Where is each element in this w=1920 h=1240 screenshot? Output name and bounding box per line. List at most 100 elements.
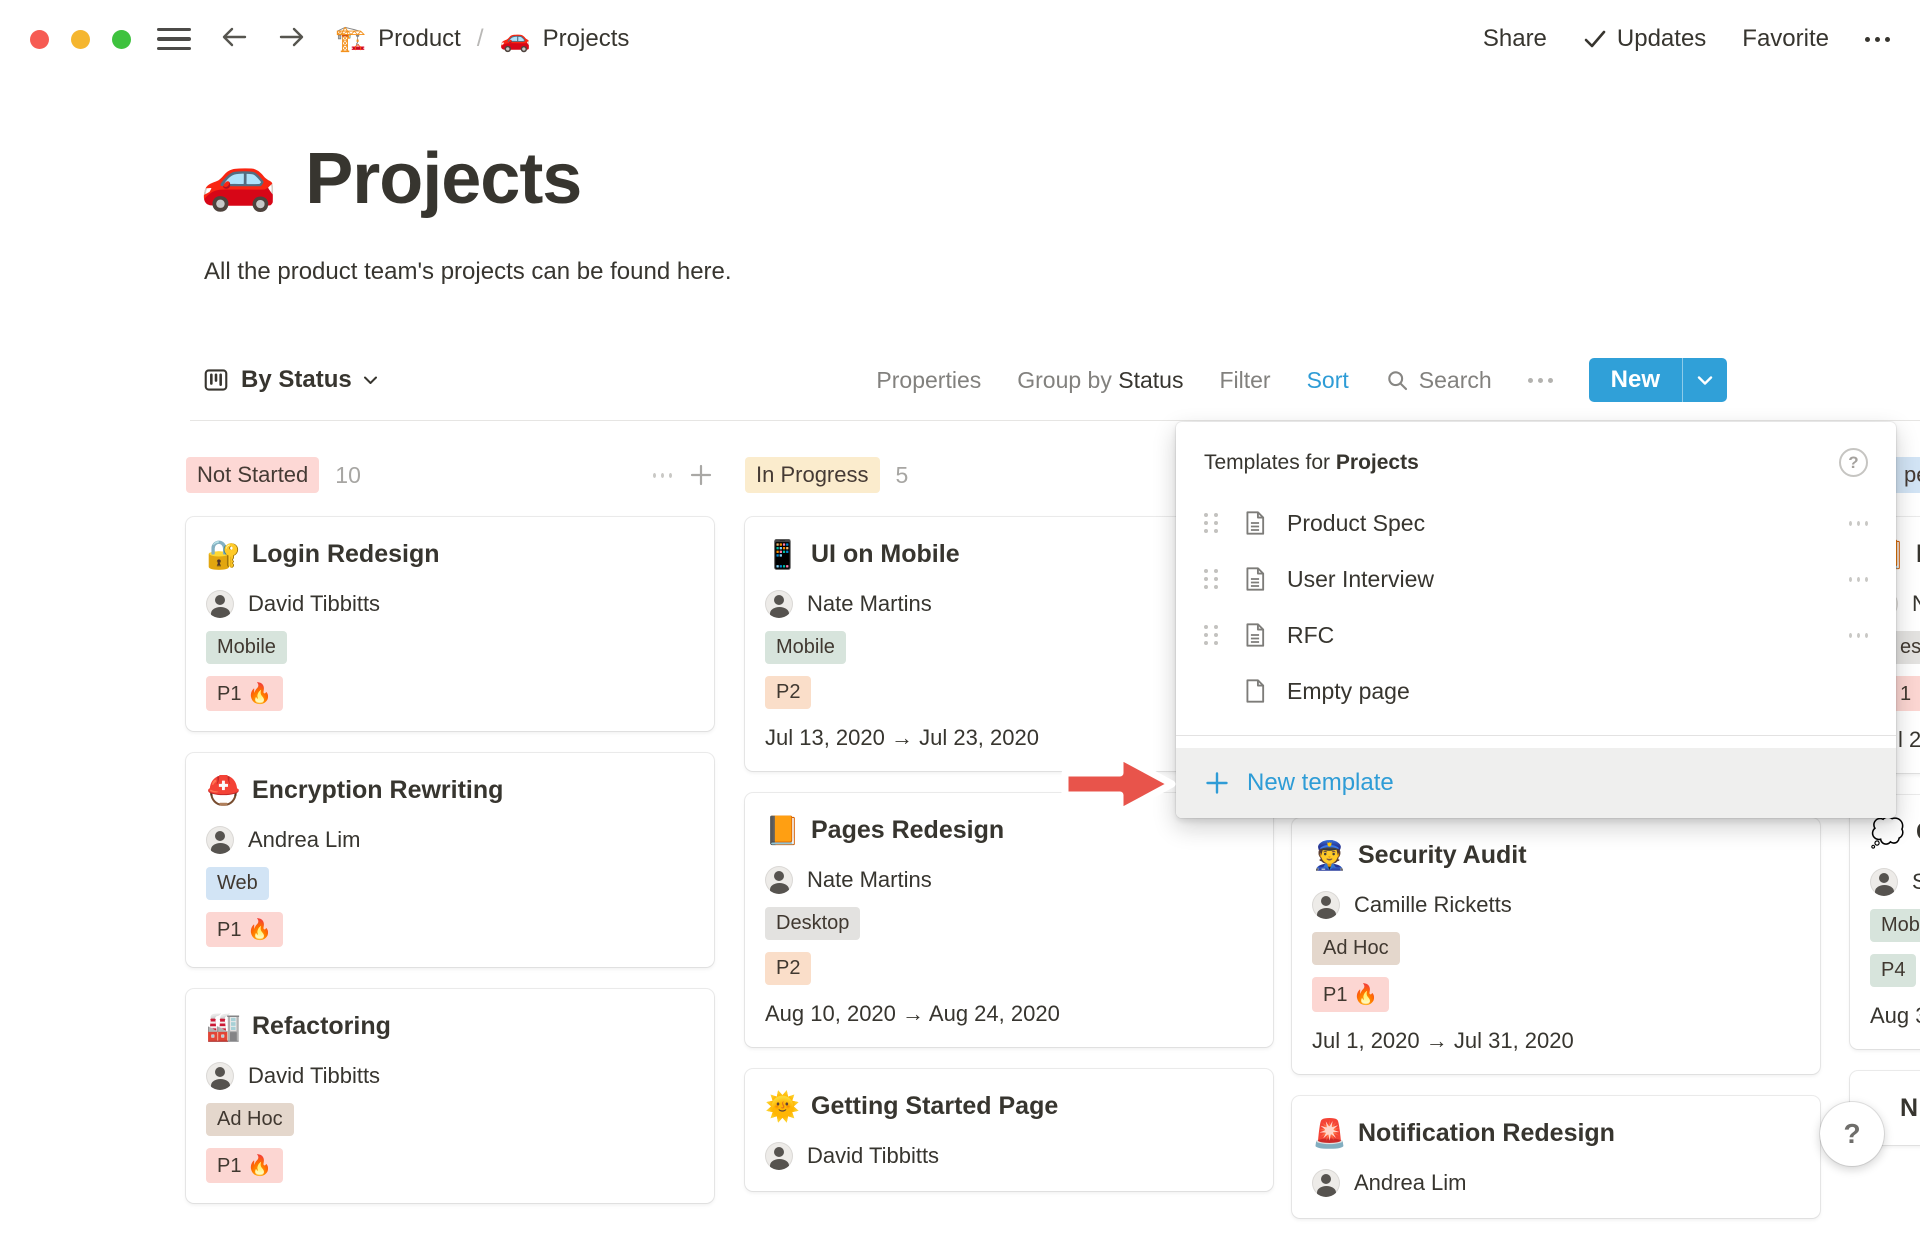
drag-handle-icon[interactable] [1204, 513, 1219, 533]
assignee-name-fragment: S [1912, 869, 1920, 895]
avatar [765, 1142, 793, 1170]
avatar [1312, 1169, 1340, 1197]
column-more-icon[interactable] [653, 466, 672, 485]
card-title: Encryption Rewriting [252, 776, 503, 805]
template-item-product-spec[interactable]: Product Spec [1176, 495, 1896, 551]
status-badge-not-started[interactable]: Not Started [186, 457, 319, 493]
drag-handle-icon[interactable] [1204, 625, 1219, 645]
card-title: UI on Mobile [811, 540, 960, 569]
share-button[interactable]: Share [1483, 25, 1547, 53]
help-button[interactable]: ? [1820, 1102, 1884, 1166]
close-window-button[interactable] [30, 30, 49, 49]
back-arrow-icon[interactable] [219, 24, 249, 55]
drag-handle-icon[interactable] [1204, 569, 1219, 589]
page-icon[interactable]: 🚗 [200, 148, 277, 210]
more-options-icon[interactable] [1865, 37, 1890, 42]
platform-tag: Mobile [765, 631, 846, 664]
project-card[interactable]: 🌞Getting Started Page David Tibbitts [745, 1069, 1273, 1191]
priority-tag: P1 🔥 [206, 912, 283, 947]
assignee-name: David Tibbitts [248, 1063, 380, 1089]
project-card[interactable]: 🏭Refactoring David Tibbitts Ad Hoc P1 🔥 [186, 989, 714, 1203]
card-dates: Aug 10, 2020 → Aug 24, 2020 [765, 1001, 1253, 1027]
updates-button[interactable]: Updates [1583, 25, 1706, 53]
platform-tag: Web [206, 867, 269, 900]
column-count: 5 [896, 462, 909, 489]
card-emoji: 🚨 [1312, 1117, 1344, 1150]
traffic-lights [30, 30, 131, 49]
document-icon [1241, 565, 1269, 593]
assignee-name: Nate Martins [807, 867, 932, 893]
template-more-icon[interactable] [1849, 626, 1868, 645]
assignee-name: David Tibbitts [248, 591, 380, 617]
popup-title: Templates for Projects [1204, 451, 1419, 475]
template-item-user-interview[interactable]: User Interview [1176, 551, 1896, 607]
card-dates-fragment: Aug 3 [1870, 1003, 1920, 1029]
help-icon[interactable]: ? [1839, 448, 1868, 477]
card-dates: Jul 1, 2020 → Jul 31, 2020 [1312, 1028, 1800, 1054]
favorite-button[interactable]: Favorite [1742, 25, 1829, 53]
new-template-button[interactable]: New template [1176, 748, 1896, 818]
card-title: Notification Redesign [1358, 1119, 1615, 1148]
view-toolbar: By Status Properties Group by Status Fil… [202, 352, 1727, 408]
breadcrumb-workspace[interactable]: Product [378, 25, 461, 53]
status-badge-in-progress[interactable]: In Progress [745, 457, 880, 493]
card-emoji: 📱 [765, 538, 797, 571]
view-selector[interactable]: By Status [202, 366, 378, 394]
avatar [1870, 868, 1898, 896]
project-card[interactable]: 📙Pages Redesign Nate Martins Desktop P2 … [745, 793, 1273, 1047]
forward-arrow-icon[interactable] [277, 24, 307, 55]
platform-tag: Mobile [1870, 909, 1920, 942]
group-by-button[interactable]: Group by Status [1017, 367, 1183, 394]
chevron-down-icon [363, 375, 378, 386]
assignee-name: Nate Martins [807, 591, 932, 617]
sidebar-menu-icon[interactable] [157, 28, 191, 50]
priority-tag: P2 [765, 952, 811, 985]
card-title: Refactoring [252, 1012, 391, 1041]
avatar [1312, 891, 1340, 919]
card-emoji: 🔐 [206, 538, 238, 571]
card-title: Getting Started Page [811, 1092, 1058, 1121]
assignee-name: Camille Ricketts [1354, 892, 1512, 918]
breadcrumb-page[interactable]: Projects [543, 25, 630, 53]
priority-tag: P1 🔥 [206, 1148, 283, 1183]
page-emoji-small: 🚗 [500, 25, 531, 54]
card-title-fragment: P [1916, 540, 1920, 569]
zoom-window-button[interactable] [112, 30, 131, 49]
assignee-name: Andrea Lim [248, 827, 361, 853]
card-emoji: 📙 [765, 814, 797, 847]
priority-tag: P4 [1870, 954, 1916, 987]
template-item-empty-page[interactable]: Empty page [1176, 663, 1896, 719]
templates-popup: Templates for Projects ? Product Spec Us… [1176, 422, 1896, 818]
project-card[interactable]: 👮Security Audit Camille Ricketts Ad Hoc … [1292, 818, 1820, 1074]
card-title-fragment: C [1916, 818, 1920, 847]
project-card-partial[interactable]: 💭C S Mobile P4 Aug 3 [1850, 795, 1920, 1049]
template-item-rfc[interactable]: RFC [1176, 607, 1896, 663]
red-arrow-annotation [1060, 750, 1178, 823]
avatar [206, 826, 234, 854]
minimize-window-button[interactable] [71, 30, 90, 49]
priority-tag: P2 [765, 676, 811, 709]
avatar [206, 590, 234, 618]
project-card[interactable]: 🔐Login Redesign David Tibbitts Mobile P1… [186, 517, 714, 731]
card-title: Login Redesign [252, 540, 440, 569]
document-icon [1241, 621, 1269, 649]
avatar [206, 1062, 234, 1090]
new-dropdown-chevron-icon[interactable] [1683, 358, 1727, 402]
template-more-icon[interactable] [1849, 514, 1868, 533]
card-emoji: 🌞 [765, 1090, 797, 1123]
new-button[interactable]: New [1589, 358, 1727, 402]
filter-button[interactable]: Filter [1219, 367, 1270, 394]
sort-button[interactable]: Sort [1307, 367, 1349, 394]
template-more-icon[interactable] [1849, 570, 1868, 589]
assignee-name-fragment: N [1912, 591, 1920, 617]
toolbar-more-icon[interactable] [1528, 378, 1553, 383]
board-view-icon [202, 366, 230, 394]
search-button[interactable]: Search [1385, 367, 1492, 394]
column-add-icon[interactable] [688, 462, 714, 488]
properties-button[interactable]: Properties [876, 367, 981, 394]
card-title: Pages Redesign [811, 816, 1004, 845]
project-card[interactable]: ⛑️Encryption Rewriting Andrea Lim Web P1… [186, 753, 714, 967]
priority-tag: P1 🔥 [206, 676, 283, 711]
platform-tag: Desktop [765, 907, 860, 940]
check-icon [1583, 29, 1607, 49]
